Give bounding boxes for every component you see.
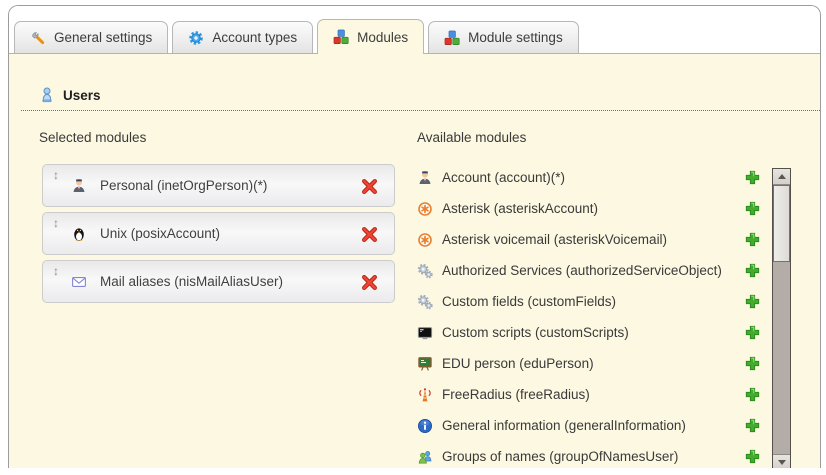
available-module-row: Asterisk voicemail (asteriskVoicemail) <box>417 224 761 255</box>
add-module-button[interactable] <box>744 324 761 341</box>
available-module-row: Groups of names (groupOfNamesUser) <box>417 441 761 468</box>
selected-modules-heading: Selected modules <box>39 130 146 145</box>
add-module-button[interactable] <box>744 231 761 248</box>
module-label: EDU person (eduPerson) <box>442 356 594 371</box>
page-title: Users <box>63 88 101 103</box>
add-module-button[interactable] <box>744 355 761 372</box>
tab-modules[interactable]: Modules <box>317 19 424 54</box>
asterisk-icon <box>417 201 433 217</box>
add-module-button[interactable] <box>744 293 761 310</box>
available-module-row: FreeRadius (freeRadius) <box>417 379 761 410</box>
tab-bar: General settings Account types Modules M… <box>9 6 820 54</box>
person-icon <box>417 170 433 186</box>
module-label: Unix (posixAccount) <box>100 226 220 241</box>
available-module-row: Asterisk (asteriskAccount) <box>417 193 761 224</box>
drag-handle-icon[interactable]: ↕ <box>53 169 59 181</box>
info-icon <box>417 418 433 434</box>
person-icon <box>71 178 87 194</box>
penguin-icon <box>71 226 87 242</box>
asterisk-icon <box>417 232 433 248</box>
available-modules-list: Account (account)(*) Asterisk (asteriskA… <box>417 162 761 468</box>
drag-handle-icon[interactable]: ↕ <box>53 265 59 277</box>
scroll-thumb[interactable] <box>773 185 790 262</box>
users-section-header: Users <box>21 87 821 111</box>
module-label: Account (account)(*) <box>442 170 565 185</box>
tab-label: General settings <box>54 30 152 45</box>
remove-module-button[interactable] <box>361 274 378 291</box>
add-module-button[interactable] <box>744 448 761 465</box>
add-module-button[interactable] <box>744 386 761 403</box>
add-module-button[interactable] <box>744 262 761 279</box>
gear-icon <box>188 30 204 46</box>
module-label: Custom scripts (customScripts) <box>442 325 629 340</box>
module-label: Personal (inetOrgPerson)(*) <box>100 178 267 193</box>
module-label: Mail aliases (nisMailAliasUser) <box>100 274 283 289</box>
terminal-icon <box>417 325 433 341</box>
gears-icon <box>417 294 433 310</box>
tab-account-types[interactable]: Account types <box>172 21 313 53</box>
drag-handle-icon[interactable]: ↕ <box>53 217 59 229</box>
remove-module-button[interactable] <box>361 226 378 243</box>
user-icon <box>39 87 55 103</box>
configuration-window: General settings Account types Modules M… <box>8 5 821 468</box>
tab-label: Module settings <box>468 30 563 45</box>
wrench-icon <box>30 30 46 46</box>
scrollbar[interactable] <box>772 168 791 468</box>
module-label: Authorized Services (authorizedServiceOb… <box>442 263 722 278</box>
group-icon <box>417 449 433 465</box>
add-module-button[interactable] <box>744 417 761 434</box>
available-module-row: Authorized Services (authorizedServiceOb… <box>417 255 761 286</box>
mail-icon <box>71 274 87 290</box>
module-label: Groups of names (groupOfNamesUser) <box>442 449 678 464</box>
module-label: Custom fields (customFields) <box>442 294 616 309</box>
available-module-row: Account (account)(*) <box>417 162 761 193</box>
selected-module-row[interactable]: ↕ Personal (inetOrgPerson)(*) <box>42 164 395 207</box>
scroll-up-button[interactable] <box>773 169 790 185</box>
remove-module-button[interactable] <box>361 178 378 195</box>
tab-label: Modules <box>357 30 408 45</box>
tab-label: Account types <box>212 30 297 45</box>
selected-module-row[interactable]: ↕ Mail aliases (nisMailAliasUser) <box>42 260 395 303</box>
modules-icon <box>444 30 460 46</box>
available-module-row: General information (generalInformation) <box>417 410 761 441</box>
module-label: Asterisk (asteriskAccount) <box>442 201 598 216</box>
arrow-up-icon <box>778 174 786 179</box>
blackboard-icon <box>417 356 433 372</box>
module-label: Asterisk voicemail (asteriskVoicemail) <box>442 232 667 247</box>
tab-module-settings[interactable]: Module settings <box>428 21 579 53</box>
modules-icon <box>333 29 349 45</box>
tab-general-settings[interactable]: General settings <box>14 21 168 53</box>
available-modules-heading: Available modules <box>417 130 526 145</box>
add-module-button[interactable] <box>744 200 761 217</box>
gears-icon <box>417 263 433 279</box>
module-label: General information (generalInformation) <box>442 418 686 433</box>
selected-module-row[interactable]: ↕ Unix (posixAccount) <box>42 212 395 255</box>
available-module-row: Custom scripts (customScripts) <box>417 317 761 348</box>
add-module-button[interactable] <box>744 169 761 186</box>
arrow-down-icon <box>778 460 786 465</box>
module-label: FreeRadius (freeRadius) <box>442 387 590 402</box>
available-module-row: Custom fields (customFields) <box>417 286 761 317</box>
scroll-down-button[interactable] <box>773 454 790 468</box>
available-module-row: EDU person (eduPerson) <box>417 348 761 379</box>
antenna-icon <box>417 387 433 403</box>
